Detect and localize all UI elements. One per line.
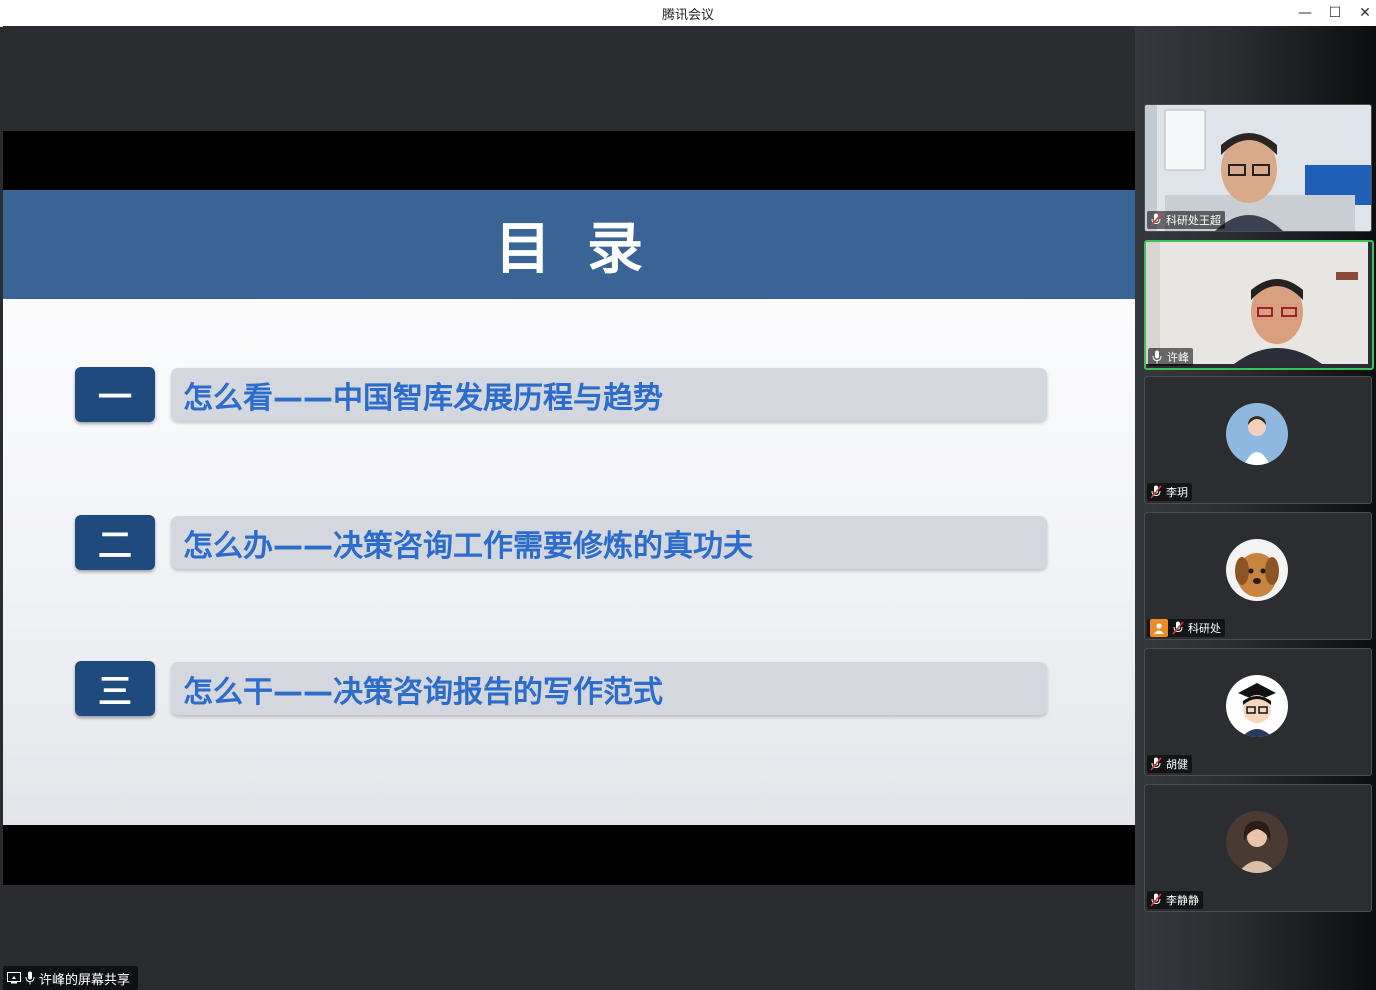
microphone-icon <box>25 971 35 985</box>
mic-muted-icon <box>1150 893 1162 907</box>
participant-panel: 科研处王超 许峰 李玥 科研处 胡健 李静静 <box>1135 26 1376 990</box>
participant-name: 科研处 <box>1188 622 1221 635</box>
participant-name-tag: 科研处 <box>1147 619 1225 637</box>
participant-name: 科研处王超 <box>1166 214 1221 227</box>
letterbox-top <box>3 131 1135 191</box>
mic-muted-icon <box>1150 757 1162 771</box>
participant-name: 许峰 <box>1167 351 1189 364</box>
participant-name: 李静静 <box>1166 894 1199 907</box>
participant-name: 胡健 <box>1166 758 1188 771</box>
mic-muted-icon <box>1172 621 1184 635</box>
mic-muted-icon <box>1150 213 1162 227</box>
close-button[interactable]: ✕ <box>1350 0 1376 26</box>
slide-title: 目录 <box>495 217 679 282</box>
participant-name-tag: 科研处王超 <box>1147 211 1225 229</box>
participant-tile[interactable]: 李静静 <box>1144 784 1372 912</box>
toc-item-1: 怎么看——中国智库发展历程与趋势 <box>171 368 1047 421</box>
toc-number-3: 三 <box>75 661 155 716</box>
participant-name-tag: 胡健 <box>1147 755 1192 773</box>
toc-number-2: 二 <box>75 515 155 570</box>
slide-header: 目录 <box>3 190 1135 299</box>
participant-name-tag: 李静静 <box>1147 891 1203 909</box>
screen-share-label: 许峰的屏幕共享 <box>3 966 139 990</box>
screen-share-owner: 许峰的屏幕共享 <box>39 972 131 988</box>
participant-tile[interactable]: 科研处 <box>1144 512 1372 640</box>
toc-item-3: 怎么干——决策咨询报告的写作范式 <box>171 662 1047 715</box>
participant-name-tag: 李玥 <box>1147 483 1192 501</box>
participant-avatar <box>1226 675 1288 737</box>
microphone-icon <box>1151 350 1163 364</box>
letterbox-bottom <box>3 825 1135 885</box>
participant-video <box>1146 242 1368 364</box>
participant-tile[interactable]: 李玥 <box>1144 376 1372 504</box>
toc-number-1: 一 <box>75 367 155 422</box>
screen-share-icon <box>7 972 21 984</box>
title-bar: 腾讯会议 — ☐ ✕ <box>0 0 1376 27</box>
toc-item-text: 怎么看——中国智库发展历程与趋势 <box>183 380 663 416</box>
toc-item-text: 怎么干——决策咨询报告的写作范式 <box>183 674 663 710</box>
toc-item-2: 怎么办——决策咨询工作需要修炼的真功夫 <box>171 516 1047 569</box>
participant-name: 李玥 <box>1166 486 1188 499</box>
toc-item-text: 怎么办——决策咨询工作需要修炼的真功夫 <box>183 528 753 564</box>
mic-muted-icon <box>1150 485 1162 499</box>
screen-share-area: 目录 一 怎么看——中国智库发展历程与趋势 二 怎么办——决策咨询工作需要修炼的… <box>3 26 1135 990</box>
maximize-button[interactable]: ☐ <box>1320 0 1350 26</box>
participant-tile-video[interactable]: 科研处王超 <box>1144 104 1372 232</box>
participant-avatar <box>1226 811 1288 873</box>
presentation-slide: 目录 一 怎么看——中国智库发展历程与趋势 二 怎么办——决策咨询工作需要修炼的… <box>3 190 1135 826</box>
window-title: 腾讯会议 <box>661 8 714 23</box>
participant-tile-active-speaker[interactable]: 许峰 <box>1144 240 1374 370</box>
participant-avatar <box>1226 539 1288 601</box>
host-badge-icon <box>1150 619 1168 637</box>
minimize-button[interactable]: — <box>1290 0 1320 26</box>
participant-name-tag: 许峰 <box>1148 348 1193 366</box>
participant-tile[interactable]: 胡健 <box>1144 648 1372 776</box>
participant-avatar <box>1226 403 1288 465</box>
